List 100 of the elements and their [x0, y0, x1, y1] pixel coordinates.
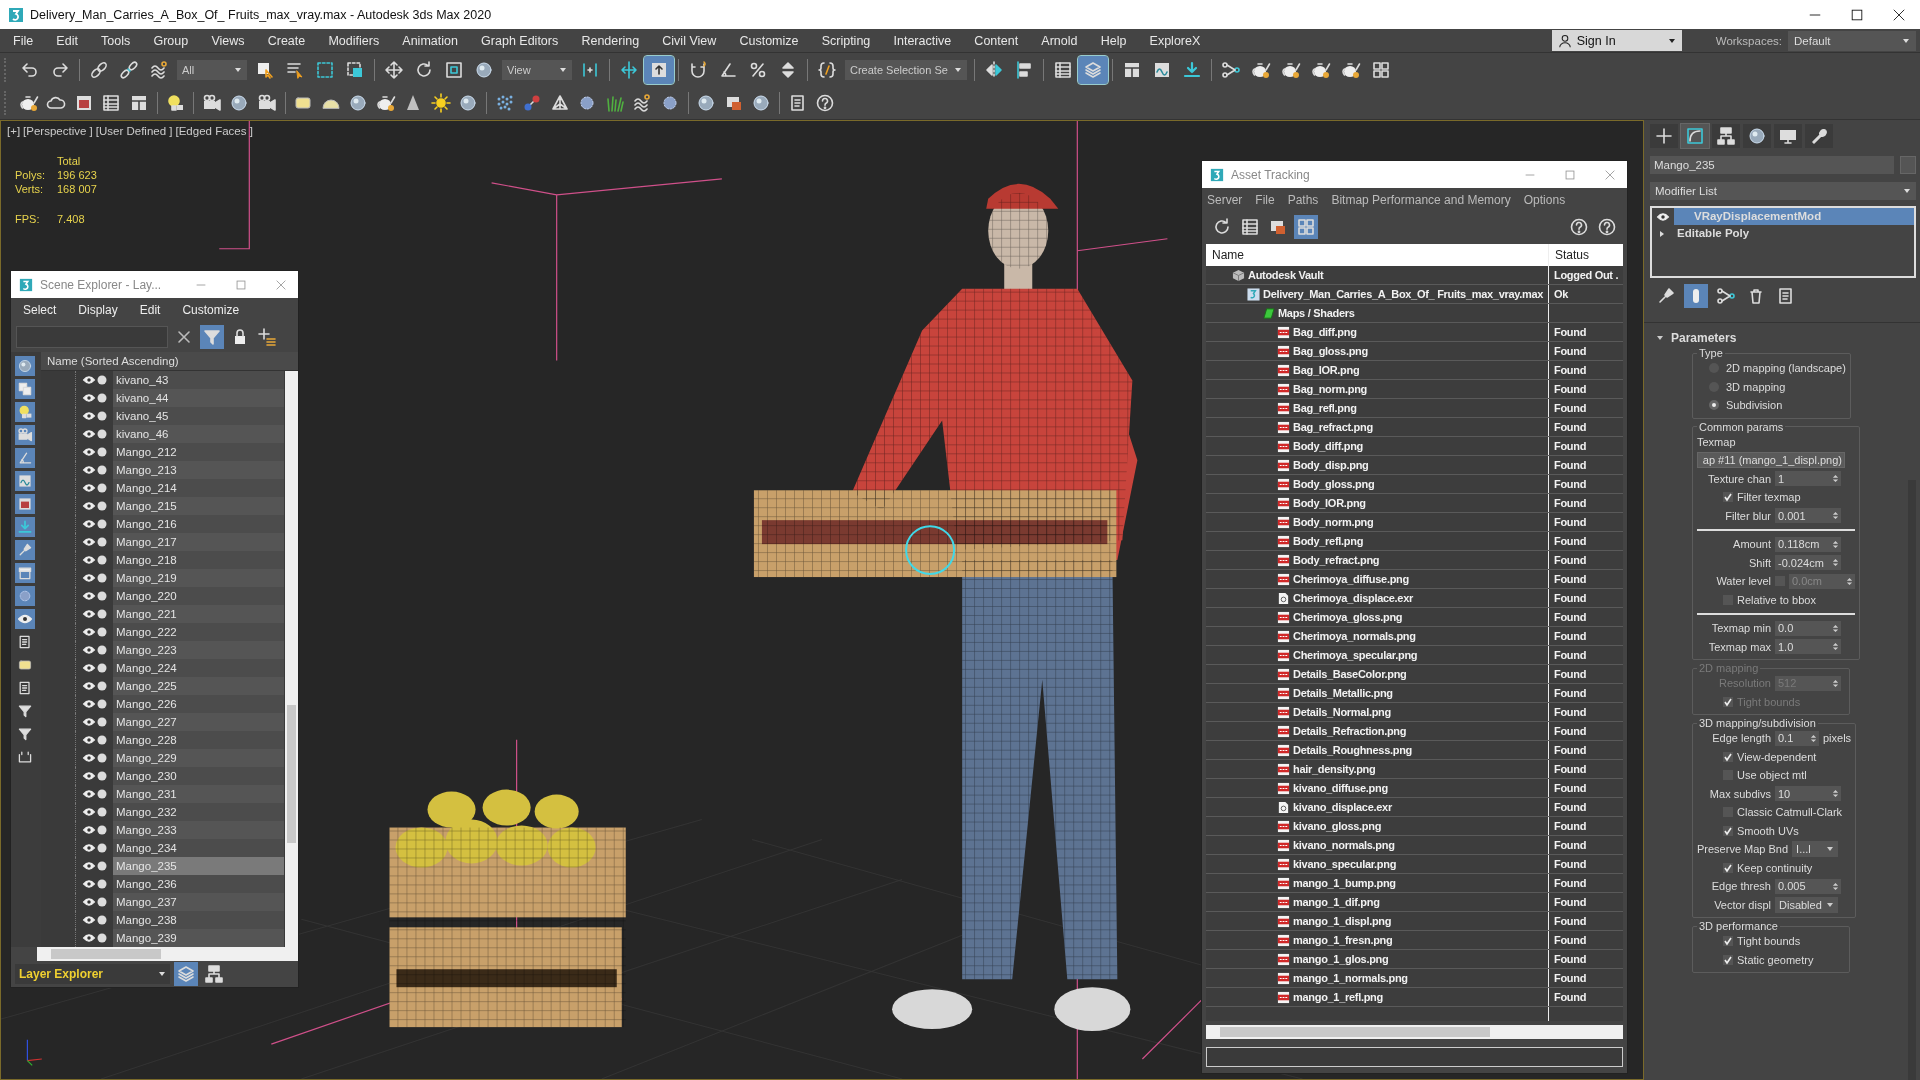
spinner-field[interactable]: 0.005 — [1775, 878, 1841, 894]
asset-name[interactable]: mango_1_normals.png — [1293, 972, 1408, 984]
spinner-field[interactable]: 0.118cm — [1775, 536, 1841, 552]
menu-item[interactable]: Tools — [89, 33, 142, 48]
asset-name[interactable]: mango_1_refl.png — [1293, 991, 1383, 1003]
viewport-label[interactable]: [Perspective ] — [23, 125, 93, 137]
menu-item[interactable]: Options — [1518, 193, 1574, 207]
asset-name[interactable]: Bag_gloss.png — [1293, 345, 1368, 357]
layer-item[interactable]: Mango_237 — [113, 893, 284, 911]
toolbar-dropdown[interactable]: All — [177, 59, 247, 80]
layer-item[interactable]: Mango_217 — [113, 533, 284, 551]
asset-name[interactable]: kivano_specular.png — [1293, 858, 1397, 870]
toolbar-dropdown[interactable]: View — [502, 59, 572, 80]
spinner-field[interactable]: 1 — [1775, 471, 1841, 487]
menu-item[interactable]: Arnold — [1029, 33, 1090, 48]
layer-item[interactable]: kivano_46 — [113, 425, 284, 443]
asset-name[interactable]: kivano_normals.png — [1293, 839, 1395, 851]
menu-item[interactable]: Scripting — [810, 33, 882, 48]
asset-name[interactable]: Cherimoya_specular.png — [1293, 649, 1418, 661]
layer-item[interactable]: Mango_212 — [113, 443, 284, 461]
layer-item[interactable]: Mango_222 — [113, 623, 284, 641]
asset-name[interactable]: mango_1_fresn.png — [1293, 934, 1393, 946]
layer-item[interactable]: Mango_232 — [113, 803, 284, 821]
asset-name[interactable]: Cherimoya_displace.exr — [1293, 592, 1413, 604]
asset-name[interactable]: Cherimoya_normals.png — [1293, 630, 1416, 642]
menu-item[interactable]: Edit — [127, 303, 171, 317]
asset-name[interactable]: Body_diff.png — [1293, 440, 1364, 452]
explorer-dropdown[interactable]: Layer Explorer — [15, 964, 170, 984]
asset-name[interactable]: Bag_diff.png — [1293, 326, 1357, 338]
spinner-field[interactable]: 10 — [1775, 786, 1841, 802]
asset-name[interactable]: Body_norm.png — [1293, 516, 1374, 528]
layer-item[interactable]: Mango_229 — [113, 749, 284, 767]
layer-item[interactable]: Mango_226 — [113, 695, 284, 713]
layer-item[interactable]: Mango_223 — [113, 641, 284, 659]
asset-name[interactable]: Delivery_Man_Carries_A_Box_Of_ Fruits_max_vray.max — [1263, 288, 1544, 300]
menu-item[interactable]: Edit — [44, 33, 90, 48]
object-name-field[interactable]: Mango_235 — [1650, 156, 1895, 174]
spinner-field[interactable]: 0.0 — [1775, 620, 1841, 636]
asset-name[interactable]: hair_density.png — [1293, 763, 1376, 775]
asset-name[interactable]: Details_Roughness.png — [1293, 744, 1412, 756]
asset-name[interactable]: kivano_diffuse.png — [1293, 782, 1388, 794]
column-header[interactable]: Name (Sorted Ascending) — [41, 352, 298, 371]
menu-item[interactable]: Customize — [170, 303, 250, 317]
menu-item[interactable]: Animation — [390, 33, 470, 48]
menu-item[interactable]: Select — [11, 303, 67, 317]
layer-item[interactable]: Mango_234 — [113, 839, 284, 857]
layer-item[interactable]: Mango_220 — [113, 587, 284, 605]
menu-item[interactable]: Help — [1089, 33, 1138, 48]
workspaces-dropdown[interactable]: Default — [1788, 30, 1916, 51]
menu-item[interactable]: ExploreX — [1137, 33, 1212, 48]
column-header[interactable]: Name — [1206, 244, 1549, 266]
layer-item[interactable]: Mango_215 — [113, 497, 284, 515]
asset-name[interactable]: kivano_displace.exr — [1293, 801, 1392, 813]
sign-in-dropdown[interactable]: Sign In — [1551, 30, 1682, 51]
menu-item[interactable]: Rendering — [569, 33, 651, 48]
spinner-field[interactable]: 0.1 — [1775, 730, 1819, 746]
layer-item[interactable]: kivano_43 — [113, 371, 284, 389]
menu-item[interactable]: Create — [256, 33, 317, 48]
asset-name[interactable]: Details_Normal.png — [1293, 706, 1391, 718]
toolbar-dropdown[interactable]: Create Selection Se — [845, 59, 967, 80]
asset-name[interactable]: mango_1_displ.png — [1293, 915, 1392, 927]
layer-item[interactable]: kivano_44 — [113, 389, 284, 407]
rollout-header[interactable]: Parameters — [1650, 329, 1916, 347]
menu-item[interactable]: Civil View — [650, 33, 728, 48]
asset-name[interactable]: Autodesk Vault — [1248, 269, 1324, 281]
menu-item[interactable]: Bitmap Performance and Memory — [1326, 193, 1519, 207]
asset-name[interactable]: Body_refract.png — [1293, 554, 1380, 566]
menu-item[interactable]: Customize — [727, 33, 811, 48]
layer-item[interactable]: Mango_239 — [113, 929, 284, 947]
menu-item[interactable]: Interactive — [881, 33, 963, 48]
asset-name[interactable]: kivano_gloss.png — [1293, 820, 1382, 832]
asset-name[interactable]: Body_disp.png — [1293, 459, 1369, 471]
asset-name[interactable]: Bag_refract.png — [1293, 421, 1373, 433]
layer-item[interactable]: Mango_231 — [113, 785, 284, 803]
spinner-field[interactable]: -0.024cm — [1775, 555, 1841, 571]
menu-item[interactable]: File — [1250, 193, 1283, 207]
layer-item[interactable]: Mango_216 — [113, 515, 284, 533]
layer-item[interactable]: Mango_236 — [113, 875, 284, 893]
layer-item[interactable]: kivano_45 — [113, 407, 284, 425]
asset-name[interactable]: mango_1_glos.png — [1293, 953, 1389, 965]
asset-name[interactable]: Bag_refl.png — [1293, 402, 1357, 414]
menu-item[interactable]: Paths — [1282, 193, 1327, 207]
menu-item[interactable]: Display — [66, 303, 128, 317]
menu-item[interactable]: Views — [199, 33, 257, 48]
texmap-button[interactable]: ap #11 (mango_1_displ.png) — [1697, 452, 1845, 469]
layer-item[interactable]: Mango_213 — [113, 461, 284, 479]
menu-item[interactable]: Graph Editors — [469, 33, 570, 48]
asset-name[interactable]: Details_Refraction.png — [1293, 725, 1407, 737]
spinner-field[interactable]: 1.0 — [1775, 639, 1841, 655]
asset-name[interactable]: Details_Metallic.png — [1293, 687, 1393, 699]
layer-item[interactable]: Mango_235 — [113, 857, 284, 875]
layer-item[interactable]: Mango_221 — [113, 605, 284, 623]
layer-item[interactable]: Mango_230 — [113, 767, 284, 785]
menu-item[interactable]: Modifiers — [316, 33, 391, 48]
layer-item[interactable]: Mango_227 — [113, 713, 284, 731]
stack-item[interactable]: Editable Poly — [1673, 225, 1914, 242]
asset-name[interactable]: Cherimoya_gloss.png — [1293, 611, 1403, 623]
layer-item[interactable]: Mango_214 — [113, 479, 284, 497]
viewport-label[interactable]: [User Defined ] — [95, 125, 173, 137]
asset-name[interactable]: Details_BaseColor.png — [1293, 668, 1407, 680]
